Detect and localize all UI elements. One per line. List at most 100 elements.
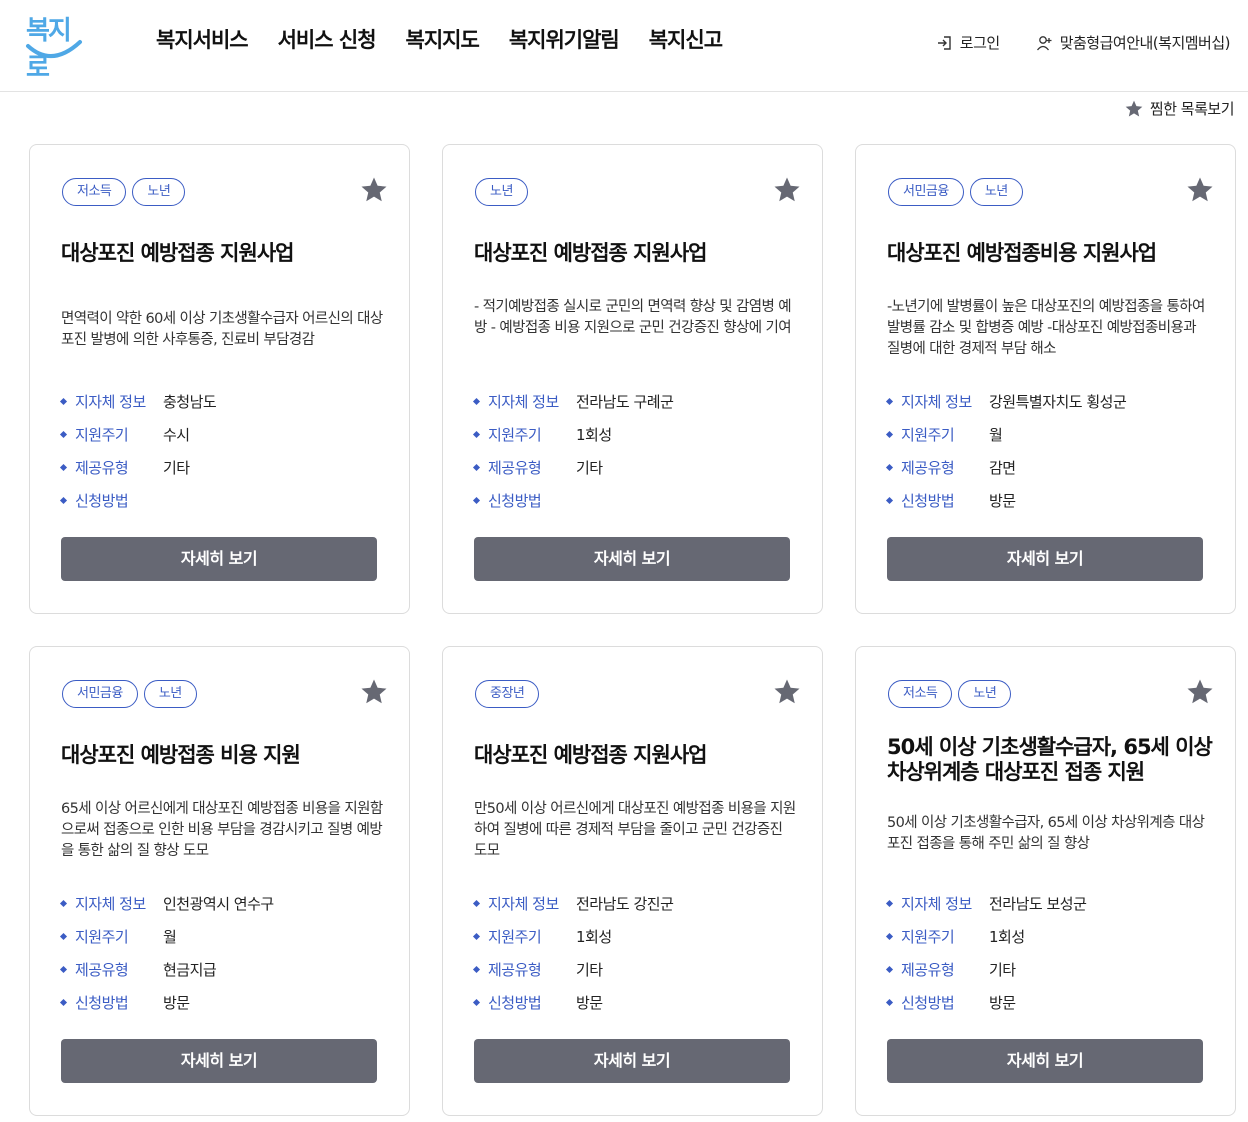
info-label: 신청방법 (75, 492, 129, 510)
membership-link[interactable]: 맞춤형급여안내(복지멤버십) (1036, 32, 1231, 53)
utility-menu: 로그인 맞춤형급여안내(복지멤버십) (936, 32, 1231, 53)
info-row-region: 지자체 정보 전라남도 보성군 (885, 887, 1217, 920)
favorites-list-link[interactable]: 찜한 목록보기 (1124, 98, 1235, 119)
login-icon (937, 35, 951, 50)
favorite-star-icon[interactable] (1185, 175, 1215, 205)
info-row-cycle: 지원주기 월 (59, 920, 391, 953)
info-label: 제공유형 (901, 961, 955, 979)
info-value: 월 (989, 426, 1003, 444)
card-description: -노년기에 발병률이 높은 대상포진의 예방접종을 통하여 발병률 감소 및 합… (887, 299, 1205, 357)
info-label: 신청방법 (901, 994, 955, 1012)
site-header: 복지로 복지서비스 서비스 신청 복지지도 복지위기알림 복지신고 로그인 맞춤… (0, 0, 1248, 92)
detail-button[interactable]: 자세히 보기 (887, 1039, 1203, 1083)
star-icon (1125, 100, 1143, 116)
tag-senior[interactable]: 노년 (969, 178, 1023, 206)
card-info-list: 지자체 정보 강원특별자치도 횡성군 지원주기 월 제공유형 감면 신청방법 방문 (885, 385, 1217, 517)
login-label: 로그인 (959, 34, 1000, 52)
info-value: 1회성 (576, 928, 612, 946)
info-value: 기타 (576, 459, 603, 477)
tag-finance[interactable]: 서민금융 (888, 178, 964, 206)
info-row-cycle: 지원주기 1회성 (472, 920, 804, 953)
info-value: 1회성 (576, 426, 612, 444)
nav-welfare-report[interactable]: 복지신고 (649, 24, 723, 54)
card-info-list: 지자체 정보 인천광역시 연수구 지원주기 월 제공유형 현금지급 신청방법 방문 (59, 887, 391, 1019)
tag-senior[interactable]: 노년 (132, 178, 186, 206)
info-row-method: 신청방법 방문 (59, 986, 391, 1019)
info-label: 지원주기 (901, 928, 955, 946)
info-label: 제공유형 (488, 961, 542, 979)
favorite-star-icon[interactable] (359, 677, 389, 707)
nav-crisis-alert[interactable]: 복지위기알림 (509, 24, 620, 54)
detail-button[interactable]: 자세히 보기 (887, 537, 1203, 581)
nav-welfare-services[interactable]: 복지서비스 (156, 24, 249, 54)
info-label: 지자체 정보 (901, 393, 972, 411)
info-label: 지자체 정보 (488, 895, 559, 913)
service-card: 저소득 노년 50세 이상 기초생활수급자, 65세 이상 차상위계층 대상포진… (855, 646, 1236, 1116)
favorite-star-icon[interactable] (772, 677, 802, 707)
info-value: 방문 (989, 492, 1016, 510)
service-card: 서민금융 노년 대상포진 예방접종 비용 지원 65세 이상 어르신에게 대상포… (29, 646, 410, 1116)
info-row-type: 제공유형 기타 (59, 451, 391, 484)
favorite-star-icon[interactable] (1185, 677, 1215, 707)
nav-service-application[interactable]: 서비스 신청 (278, 24, 377, 54)
info-label: 지자체 정보 (901, 895, 972, 913)
info-label: 지자체 정보 (488, 393, 559, 411)
info-row-cycle: 지원주기 월 (885, 418, 1217, 451)
card-info-list: 지자체 정보 전라남도 구례군 지원주기 1회성 제공유형 기타 신청방법 (472, 385, 804, 517)
info-value: 강원특별자치도 횡성군 (989, 393, 1127, 411)
info-label: 제공유형 (901, 459, 955, 477)
info-label: 지자체 정보 (75, 393, 146, 411)
info-value: 1회성 (989, 928, 1025, 946)
info-label: 지자체 정보 (75, 895, 146, 913)
card-title: 대상포진 예방접종 비용 지원 (61, 743, 301, 767)
favorite-star-icon[interactable] (772, 175, 802, 205)
detail-button[interactable]: 자세히 보기 (61, 1039, 377, 1083)
info-value: 현금지급 (163, 961, 217, 979)
info-label: 제공유형 (75, 961, 129, 979)
nav-welfare-map[interactable]: 복지지도 (406, 24, 480, 54)
info-row-method: 신청방법 (472, 484, 804, 517)
main-nav: 복지서비스 서비스 신청 복지지도 복지위기알림 복지신고 (156, 24, 723, 54)
info-row-method: 신청방법 (59, 484, 391, 517)
tag-middle-age[interactable]: 중장년 (475, 680, 540, 708)
detail-button[interactable]: 자세히 보기 (474, 1039, 790, 1083)
info-row-method: 신청방법 방문 (885, 986, 1217, 1019)
detail-button[interactable]: 자세히 보기 (474, 537, 790, 581)
detail-button[interactable]: 자세히 보기 (61, 537, 377, 581)
tag-low-income[interactable]: 저소득 (888, 680, 953, 708)
favorite-star-icon[interactable] (359, 175, 389, 205)
info-label: 신청방법 (75, 994, 129, 1012)
info-value: 인천광역시 연수구 (163, 895, 274, 913)
card-title: 대상포진 예방접종 지원사업 (474, 743, 707, 767)
site-logo[interactable]: 복지로 (22, 10, 86, 83)
card-info-list: 지자체 정보 전라남도 강진군 지원주기 1회성 제공유형 기타 신청방법 방문 (472, 887, 804, 1019)
card-info-list: 지자체 정보 전라남도 보성군 지원주기 1회성 제공유형 기타 신청방법 방문 (885, 887, 1217, 1019)
card-description: 면역력이 약한 60세 이상 기초생활수급자 어르신의 대상포진 발병에 의한 … (61, 311, 383, 348)
tag-senior[interactable]: 노년 (958, 680, 1012, 708)
service-card: 노년 대상포진 예방접종 지원사업 - 적기예방접종 실시로 군민의 면역력 향… (442, 144, 823, 614)
card-tags: 서민금융 노년 (888, 178, 1023, 206)
tag-senior[interactable]: 노년 (475, 178, 528, 206)
login-link[interactable]: 로그인 (936, 32, 1000, 53)
info-label: 지원주기 (75, 426, 129, 444)
tag-finance[interactable]: 서민금융 (62, 680, 138, 708)
info-row-region: 지자체 정보 전라남도 강진군 (472, 887, 804, 920)
card-title: 50세 이상 기초생활수급자, 65세 이상 차상위계층 대상포진 접종 지원 (887, 735, 1213, 784)
tag-low-income[interactable]: 저소득 (62, 178, 127, 206)
info-label: 지원주기 (901, 426, 955, 444)
info-row-method: 신청방법 방문 (885, 484, 1217, 517)
user-add-icon (1036, 35, 1052, 50)
service-card: 중장년 대상포진 예방접종 지원사업 만50세 이상 어르신에게 대상포진 예방… (442, 646, 823, 1116)
card-tags: 저소득 노년 (888, 680, 1012, 708)
info-row-region: 지자체 정보 충청남도 (59, 385, 391, 418)
info-value: 방문 (576, 994, 603, 1012)
info-row-type: 제공유형 현금지급 (59, 953, 391, 986)
tag-senior[interactable]: 노년 (143, 680, 197, 708)
info-label: 지원주기 (488, 426, 542, 444)
info-value: 충청남도 (163, 393, 217, 411)
info-row-type: 제공유형 기타 (472, 451, 804, 484)
info-value: 기타 (576, 961, 603, 979)
info-row-method: 신청방법 방문 (472, 986, 804, 1019)
info-value: 방문 (989, 994, 1016, 1012)
card-info-list: 지자체 정보 충청남도 지원주기 수시 제공유형 기타 신청방법 (59, 385, 391, 517)
